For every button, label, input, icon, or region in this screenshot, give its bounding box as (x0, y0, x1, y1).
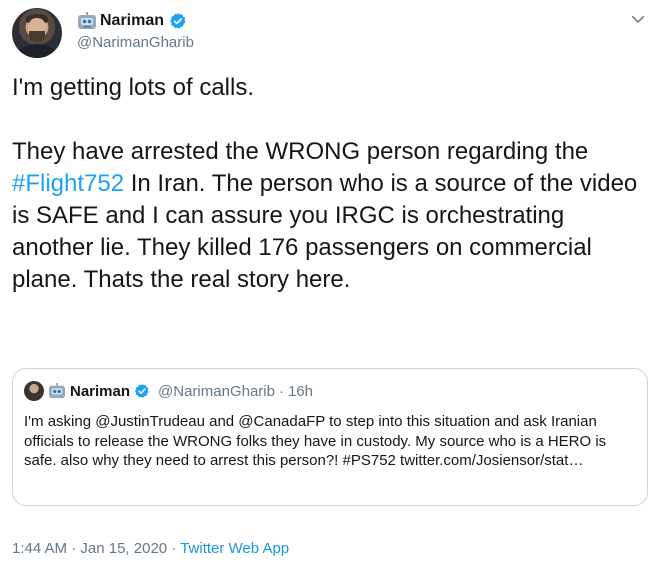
robot-emoji-icon (78, 12, 96, 29)
quoted-display-name: Nariman (70, 382, 131, 400)
tweet-card: Nariman @NarimanGharib I'm getting lots … (0, 0, 661, 567)
author-name-row[interactable]: Nariman (77, 11, 187, 31)
verified-badge-icon (170, 13, 186, 29)
quoted-tweet-header: Nariman @NarimanGharib · 16h (24, 381, 313, 401)
tweet-paragraph-2: They have arrested the WRONG person rega… (12, 136, 652, 296)
robot-emoji-icon (49, 383, 65, 399)
chevron-down-icon[interactable] (629, 10, 647, 28)
quoted-handle: @NarimanGharib (158, 382, 275, 400)
quoted-separator: · (278, 382, 284, 400)
tweet-text: I'm getting lots of calls. They have arre… (12, 72, 652, 296)
tweet-line-1: I'm getting lots of calls. (12, 74, 255, 101)
quoted-time: 16h (287, 382, 313, 400)
quoted-tweet[interactable]: Nariman @NarimanGharib · 16h I'm asking … (12, 368, 648, 506)
footer-separator: · (67, 540, 81, 557)
quoted-tweet-text: I'm asking @JustinTrudeau and @CanadaFP … (24, 413, 607, 469)
quoted-avatar (24, 381, 44, 401)
avatar[interactable] (12, 8, 62, 58)
tweet-footer: 1:44 AM · Jan 15, 2020 · Twitter Web App (12, 540, 289, 557)
tweet-time[interactable]: 1:44 AM (12, 540, 67, 557)
author-handle[interactable]: @NarimanGharib (77, 34, 194, 51)
footer-separator: · (167, 540, 181, 557)
source-app-link[interactable]: Twitter Web App (180, 540, 289, 557)
tweet-text-before-hashtag: They have arrested the WRONG person rega… (12, 138, 595, 165)
verified-badge-icon (135, 384, 149, 398)
author-display-name[interactable]: Nariman (100, 12, 164, 30)
tweet-date[interactable]: Jan 15, 2020 (80, 540, 167, 557)
hashtag-link[interactable]: #Flight752 (12, 170, 124, 197)
